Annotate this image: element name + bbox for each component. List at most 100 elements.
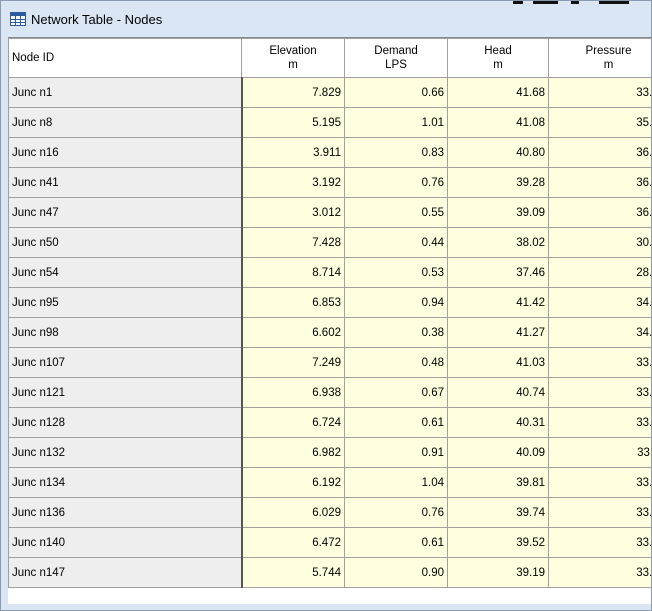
elevation-cell[interactable]: 3.012 xyxy=(241,197,345,228)
table-row[interactable]: Junc n1216.9380.6740.7433.81 xyxy=(8,377,651,408)
elevation-cell[interactable]: 5.744 xyxy=(241,557,345,588)
demand-cell[interactable]: 0.66 xyxy=(344,77,448,108)
column-header-head[interactable]: Head m xyxy=(447,38,549,78)
table-row[interactable]: Junc n17.8290.6641.6833.85 xyxy=(8,77,651,108)
pressure-cell[interactable]: 33.81 xyxy=(548,377,651,408)
demand-cell[interactable]: 1.01 xyxy=(344,107,448,138)
head-cell[interactable]: 41.08 xyxy=(447,107,549,138)
elevation-cell[interactable]: 6.029 xyxy=(241,497,345,528)
elevation-cell[interactable]: 6.724 xyxy=(241,407,345,438)
pressure-cell[interactable]: 35.88 xyxy=(548,107,651,138)
node-id-cell[interactable]: Junc n134 xyxy=(8,467,243,498)
demand-cell[interactable]: 0.67 xyxy=(344,377,448,408)
elevation-cell[interactable]: 6.982 xyxy=(241,437,345,468)
table-row[interactable]: Junc n507.4280.4438.0230.59 xyxy=(8,227,651,258)
node-id-cell[interactable]: Junc n16 xyxy=(8,137,243,168)
head-cell[interactable]: 41.03 xyxy=(447,347,549,378)
demand-cell[interactable]: 0.53 xyxy=(344,257,448,288)
demand-cell[interactable]: 0.76 xyxy=(344,497,448,528)
pressure-cell[interactable]: 33.85 xyxy=(548,77,651,108)
node-id-cell[interactable]: Junc n121 xyxy=(8,377,243,408)
elevation-cell[interactable]: 7.249 xyxy=(241,347,345,378)
nodes-grid[interactable]: Node ID Elevation m Demand LPS Head m Press… xyxy=(8,37,651,604)
demand-cell[interactable]: 0.38 xyxy=(344,317,448,348)
node-id-cell[interactable]: Junc n54 xyxy=(8,257,243,288)
pressure-cell[interactable]: 36.09 xyxy=(548,167,651,198)
column-header-elevation[interactable]: Elevation m xyxy=(241,38,345,78)
node-id-cell[interactable]: Junc n50 xyxy=(8,227,243,258)
pressure-cell[interactable]: 30.59 xyxy=(548,227,651,258)
table-row[interactable]: Junc n1326.9820.9140.0933.11 xyxy=(8,437,651,468)
table-row[interactable]: Junc n1346.1921.0439.8133.62 xyxy=(8,467,651,498)
pressure-cell[interactable]: 28.75 xyxy=(548,257,651,288)
table-row[interactable]: Junc n473.0120.5539.0936.08 xyxy=(8,197,651,228)
title-bar[interactable]: Network Table - Nodes xyxy=(1,1,651,37)
pressure-cell[interactable]: 36.89 xyxy=(548,137,651,168)
head-cell[interactable]: 41.42 xyxy=(447,287,549,318)
column-header-demand[interactable]: Demand LPS xyxy=(344,38,448,78)
table-row[interactable]: Junc n413.1920.7639.2836.09 xyxy=(8,167,651,198)
demand-cell[interactable]: 0.61 xyxy=(344,527,448,558)
demand-cell[interactable]: 0.48 xyxy=(344,347,448,378)
head-cell[interactable]: 40.09 xyxy=(447,437,549,468)
elevation-cell[interactable]: 7.428 xyxy=(241,227,345,258)
elevation-cell[interactable]: 8.714 xyxy=(241,257,345,288)
demand-cell[interactable]: 0.76 xyxy=(344,167,448,198)
table-row[interactable]: Junc n1286.7240.6140.3133.58 xyxy=(8,407,651,438)
demand-cell[interactable]: 0.61 xyxy=(344,407,448,438)
table-row[interactable]: Junc n986.6020.3841.2734.67 xyxy=(8,317,651,348)
head-cell[interactable]: 41.68 xyxy=(447,77,549,108)
node-id-cell[interactable]: Junc n136 xyxy=(8,497,243,528)
demand-cell[interactable]: 0.94 xyxy=(344,287,448,318)
table-row[interactable]: Junc n956.8530.9441.4234.57 xyxy=(8,287,651,318)
head-cell[interactable]: 41.27 xyxy=(447,317,549,348)
head-cell[interactable]: 40.80 xyxy=(447,137,549,168)
table-row[interactable]: Junc n1406.4720.6139.5233.05 xyxy=(8,527,651,558)
pressure-cell[interactable]: 33.11 xyxy=(548,437,651,468)
pressure-cell[interactable]: 33.71 xyxy=(548,497,651,528)
elevation-cell[interactable]: 6.192 xyxy=(241,467,345,498)
pressure-cell[interactable]: 36.08 xyxy=(548,197,651,228)
node-id-cell[interactable]: Junc n132 xyxy=(8,437,243,468)
head-cell[interactable]: 40.31 xyxy=(447,407,549,438)
head-cell[interactable]: 39.09 xyxy=(447,197,549,228)
pressure-cell[interactable]: 33.45 xyxy=(548,557,651,588)
demand-cell[interactable]: 0.44 xyxy=(344,227,448,258)
node-id-cell[interactable]: Junc n147 xyxy=(8,557,243,588)
node-id-cell[interactable]: Junc n47 xyxy=(8,197,243,228)
head-cell[interactable]: 40.74 xyxy=(447,377,549,408)
demand-cell[interactable]: 0.91 xyxy=(344,437,448,468)
node-id-cell[interactable]: Junc n1 xyxy=(8,77,243,108)
elevation-cell[interactable]: 6.853 xyxy=(241,287,345,318)
table-row[interactable]: Junc n163.9110.8340.8036.89 xyxy=(8,137,651,168)
elevation-cell[interactable]: 6.472 xyxy=(241,527,345,558)
node-id-cell[interactable]: Junc n107 xyxy=(8,347,243,378)
node-id-cell[interactable]: Junc n8 xyxy=(8,107,243,138)
head-cell[interactable]: 39.81 xyxy=(447,467,549,498)
head-cell[interactable]: 38.02 xyxy=(447,227,549,258)
table-row[interactable]: Junc n1366.0290.7639.7433.71 xyxy=(8,497,651,528)
demand-cell[interactable]: 1.04 xyxy=(344,467,448,498)
elevation-cell[interactable]: 6.938 xyxy=(241,377,345,408)
elevation-cell[interactable]: 3.911 xyxy=(241,137,345,168)
node-id-cell[interactable]: Junc n41 xyxy=(8,167,243,198)
pressure-cell[interactable]: 33.58 xyxy=(548,407,651,438)
pressure-cell[interactable]: 33.62 xyxy=(548,467,651,498)
elevation-cell[interactable]: 5.195 xyxy=(241,107,345,138)
node-id-cell[interactable]: Junc n95 xyxy=(8,287,243,318)
elevation-cell[interactable]: 6.602 xyxy=(241,317,345,348)
table-row[interactable]: Junc n1475.7440.9039.1933.45 xyxy=(8,557,651,588)
table-row[interactable]: Junc n548.7140.5337.4628.75 xyxy=(8,257,651,288)
head-cell[interactable]: 39.28 xyxy=(447,167,549,198)
head-cell[interactable]: 39.52 xyxy=(447,527,549,558)
demand-cell[interactable]: 0.90 xyxy=(344,557,448,588)
table-row[interactable]: Junc n85.1951.0141.0835.88 xyxy=(8,107,651,138)
node-id-cell[interactable]: Junc n140 xyxy=(8,527,243,558)
pressure-cell[interactable]: 33.05 xyxy=(548,527,651,558)
head-cell[interactable]: 39.19 xyxy=(447,557,549,588)
node-id-cell[interactable]: Junc n128 xyxy=(8,407,243,438)
elevation-cell[interactable]: 3.192 xyxy=(241,167,345,198)
node-id-cell[interactable]: Junc n98 xyxy=(8,317,243,348)
head-cell[interactable]: 39.74 xyxy=(447,497,549,528)
elevation-cell[interactable]: 7.829 xyxy=(241,77,345,108)
